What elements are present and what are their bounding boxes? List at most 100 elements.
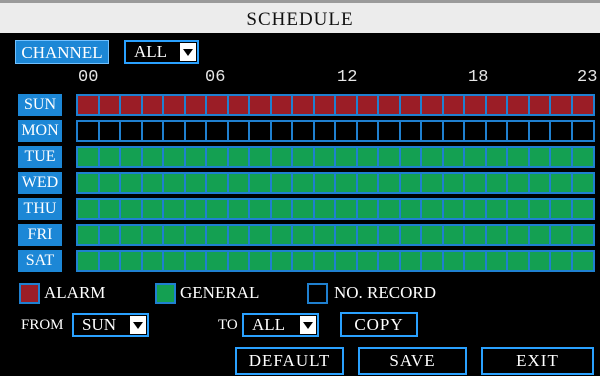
- schedule-cell[interactable]: [248, 224, 272, 246]
- schedule-cell[interactable]: [398, 146, 423, 168]
- schedule-row[interactable]: [76, 250, 597, 272]
- schedule-cell[interactable]: [312, 250, 337, 272]
- schedule-cell[interactable]: [334, 94, 358, 116]
- schedule-cell[interactable]: [398, 250, 423, 272]
- schedule-cell[interactable]: [527, 224, 552, 246]
- schedule-cell[interactable]: [312, 172, 337, 194]
- schedule-cell[interactable]: [549, 146, 573, 168]
- schedule-cell[interactable]: [355, 198, 380, 220]
- schedule-cell[interactable]: [162, 250, 186, 272]
- schedule-cell[interactable]: [269, 172, 294, 194]
- schedule-cell[interactable]: [226, 224, 251, 246]
- schedule-cell[interactable]: [76, 172, 100, 194]
- schedule-cell[interactable]: [162, 94, 186, 116]
- schedule-cell[interactable]: [248, 172, 272, 194]
- schedule-cell[interactable]: [76, 146, 100, 168]
- schedule-cell[interactable]: [291, 198, 315, 220]
- schedule-cell[interactable]: [291, 224, 315, 246]
- schedule-cell[interactable]: [248, 94, 272, 116]
- schedule-cell[interactable]: [570, 120, 595, 142]
- schedule-cell[interactable]: [549, 250, 573, 272]
- schedule-cell[interactable]: [463, 94, 487, 116]
- schedule-cell[interactable]: [420, 146, 444, 168]
- schedule-cell[interactable]: [140, 250, 165, 272]
- schedule-cell[interactable]: [420, 250, 444, 272]
- schedule-cell[interactable]: [162, 198, 186, 220]
- schedule-cell[interactable]: [205, 250, 229, 272]
- schedule-cell[interactable]: [269, 120, 294, 142]
- schedule-cell[interactable]: [377, 146, 401, 168]
- schedule-cell[interactable]: [226, 146, 251, 168]
- schedule-cell[interactable]: [355, 120, 380, 142]
- schedule-cell[interactable]: [97, 250, 122, 272]
- schedule-cell[interactable]: [269, 146, 294, 168]
- schedule-cell[interactable]: [119, 198, 143, 220]
- schedule-cell[interactable]: [291, 94, 315, 116]
- schedule-cell[interactable]: [76, 224, 100, 246]
- schedule-cell[interactable]: [248, 120, 272, 142]
- schedule-cell[interactable]: [269, 94, 294, 116]
- schedule-cell[interactable]: [463, 120, 487, 142]
- schedule-cell[interactable]: [97, 146, 122, 168]
- schedule-cell[interactable]: [291, 146, 315, 168]
- schedule-cell[interactable]: [570, 250, 595, 272]
- schedule-cell[interactable]: [205, 224, 229, 246]
- schedule-cell[interactable]: [312, 198, 337, 220]
- schedule-cell[interactable]: [355, 94, 380, 116]
- schedule-cell[interactable]: [312, 224, 337, 246]
- schedule-cell[interactable]: [441, 172, 466, 194]
- schedule-cell[interactable]: [398, 198, 423, 220]
- schedule-cell[interactable]: [355, 250, 380, 272]
- schedule-cell[interactable]: [97, 120, 122, 142]
- schedule-cell[interactable]: [377, 94, 401, 116]
- schedule-cell[interactable]: [484, 172, 509, 194]
- schedule-cell[interactable]: [119, 94, 143, 116]
- schedule-cell[interactable]: [506, 94, 530, 116]
- schedule-cell[interactable]: [140, 224, 165, 246]
- schedule-cell[interactable]: [377, 250, 401, 272]
- schedule-cell[interactable]: [248, 146, 272, 168]
- schedule-cell[interactable]: [463, 198, 487, 220]
- schedule-cell[interactable]: [183, 94, 208, 116]
- schedule-cell[interactable]: [119, 120, 143, 142]
- schedule-cell[interactable]: [549, 224, 573, 246]
- schedule-cell[interactable]: [355, 146, 380, 168]
- schedule-cell[interactable]: [484, 120, 509, 142]
- schedule-row[interactable]: [76, 94, 597, 116]
- schedule-cell[interactable]: [484, 94, 509, 116]
- schedule-cell[interactable]: [248, 198, 272, 220]
- schedule-cell[interactable]: [269, 250, 294, 272]
- schedule-cell[interactable]: [484, 224, 509, 246]
- schedule-cell[interactable]: [334, 146, 358, 168]
- schedule-cell[interactable]: [226, 120, 251, 142]
- schedule-cell[interactable]: [226, 94, 251, 116]
- schedule-cell[interactable]: [140, 120, 165, 142]
- schedule-cell[interactable]: [334, 172, 358, 194]
- schedule-cell[interactable]: [76, 250, 100, 272]
- schedule-cell[interactable]: [334, 250, 358, 272]
- schedule-cell[interactable]: [377, 120, 401, 142]
- schedule-cell[interactable]: [205, 94, 229, 116]
- schedule-cell[interactable]: [506, 198, 530, 220]
- schedule-cell[interactable]: [441, 198, 466, 220]
- schedule-cell[interactable]: [527, 198, 552, 220]
- schedule-cell[interactable]: [441, 94, 466, 116]
- schedule-cell[interactable]: [97, 224, 122, 246]
- schedule-cell[interactable]: [527, 146, 552, 168]
- schedule-cell[interactable]: [119, 172, 143, 194]
- schedule-cell[interactable]: [441, 250, 466, 272]
- schedule-cell[interactable]: [527, 120, 552, 142]
- schedule-cell[interactable]: [119, 224, 143, 246]
- schedule-cell[interactable]: [97, 172, 122, 194]
- schedule-row[interactable]: [76, 224, 597, 246]
- schedule-cell[interactable]: [97, 198, 122, 220]
- schedule-cell[interactable]: [334, 224, 358, 246]
- schedule-cell[interactable]: [312, 94, 337, 116]
- schedule-cell[interactable]: [463, 224, 487, 246]
- schedule-cell[interactable]: [226, 250, 251, 272]
- schedule-cell[interactable]: [398, 120, 423, 142]
- schedule-cell[interactable]: [205, 120, 229, 142]
- schedule-cell[interactable]: [463, 250, 487, 272]
- schedule-cell[interactable]: [355, 172, 380, 194]
- schedule-cell[interactable]: [183, 198, 208, 220]
